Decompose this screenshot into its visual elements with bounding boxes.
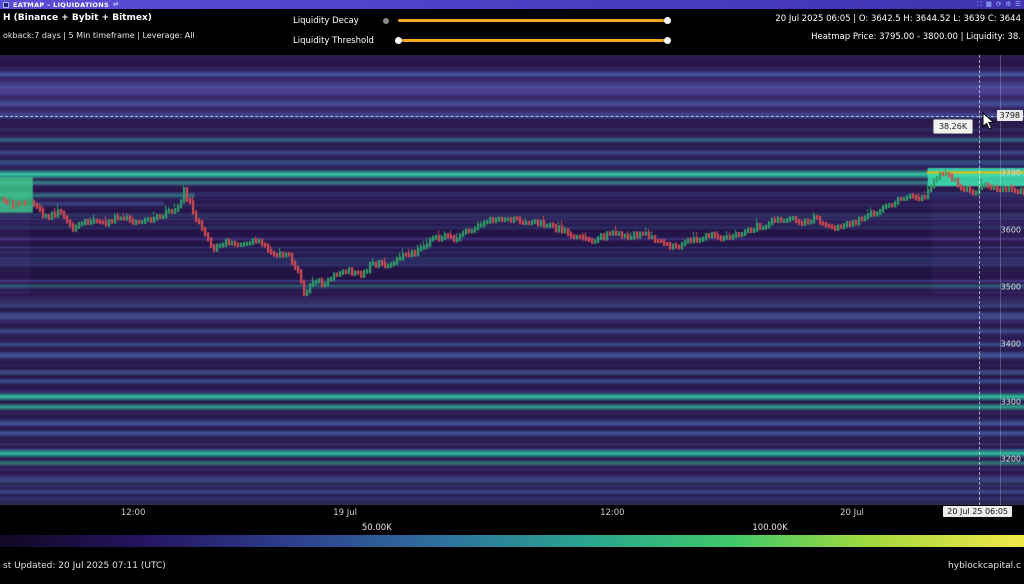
chart-settings-label: okback:7 days | 5 Min timeframe | Levera… [3,31,195,40]
ohlc-readout: 20 Jul 2025 06:05 | O: 3642.5 H: 3644.52… [775,14,1021,24]
header-sliders: Liquidity Decay Liquidity Threshold [293,14,668,54]
price-tick-label: 3700 [1001,168,1021,177]
time-tick-label: 12:00 [121,508,146,518]
refresh-icon[interactable]: ⟳ [996,1,1001,8]
symbol-label: H (Binance + Bybit + Bitmex) [3,13,195,23]
price-tick-label: 3600 [1001,225,1021,234]
time-tick-label: 12:00 [600,508,625,518]
chart-toggle-icon[interactable]: ⇄ [113,1,118,8]
app-icon [3,2,9,8]
crosshair-price-label: 3798 [997,110,1023,121]
time-tick-label: 20 Jul [840,508,864,518]
price-tick-label: 3300 [1001,397,1021,406]
crosshair-vertical [979,55,980,505]
liquidity-threshold-track[interactable] [398,39,668,42]
colorbar-scale-value: 100.00K [752,523,787,533]
settings-icon[interactable]: ⚙ [1005,1,1011,8]
colorbar-scale-labels: 50.00K 100.00K [0,521,1024,535]
liquidation-heatmap-app: EATMAP – LIQUIDATIONS ⇄ ⛶ ▦ ⟳ ⚙ ☰ H (Bin… [0,0,1024,584]
crosshair-time-label: 20 Jul 25 06:05 [943,506,1012,517]
liquidity-threshold-label: Liquidity Threshold [293,36,383,46]
chart-header: H (Binance + Bybit + Bitmex) okback:7 da… [0,9,1024,55]
price-tick-label: 3400 [1001,340,1021,349]
liquidation-heatmap-canvas[interactable] [0,55,1024,505]
watermark-label: hyblockcapital.c [948,561,1021,571]
liquidity-threshold-knob-max[interactable] [664,37,671,44]
liquidity-threshold-slider-row: Liquidity Threshold [293,34,668,47]
time-axis[interactable]: 20 Jul 25 06:05 12:00 19 Jul 12:00 20 Jul [0,505,1024,521]
layout-icon[interactable]: ▦ [986,1,992,8]
titlebar: EATMAP – LIQUIDATIONS ⇄ ⛶ ▦ ⟳ ⚙ ☰ [0,0,1024,9]
liquidity-decay-slider-row: Liquidity Decay [293,14,668,27]
time-tick-label: 19 Jul [333,508,357,518]
colorbar-scale-value: 50.00K [362,523,392,533]
window-title: EATMAP – LIQUIDATIONS [13,1,109,9]
price-tick-label: 3200 [1001,455,1021,464]
liquidity-decay-track[interactable] [398,19,668,22]
liquidity-threshold-knob-min[interactable] [395,37,402,44]
liquidity-decay-label: Liquidity Decay [293,16,383,26]
liquidity-tooltip: 38.26K [933,119,973,134]
statusbar: st Updated: 20 Jul 2025 07:11 (UTC) hybl… [0,547,1024,584]
price-axis[interactable]: 3700 3600 3500 3400 3300 3200 [998,55,1024,505]
liquidity-decay-knob[interactable] [664,17,671,24]
mouse-cursor [982,112,995,135]
colorbar-gradient [0,535,1024,547]
menu-icon[interactable]: ☰ [1015,1,1021,8]
chart-area: 3700 3600 3500 3400 3300 3200 3798 38.26K [0,55,1024,505]
last-updated-label: st Updated: 20 Jul 2025 07:11 (UTC) [3,561,166,571]
expand-icon[interactable]: ⛶ [977,1,982,8]
heatmap-readout: Heatmap Price: 3795.00 - 3800.00 | Liqui… [775,32,1021,42]
price-tick-label: 3500 [1001,283,1021,292]
slider-reset-dot[interactable] [383,18,389,24]
header-left: H (Binance + Bybit + Bitmex) okback:7 da… [3,13,195,40]
header-right: 20 Jul 2025 06:05 | O: 3642.5 H: 3644.52… [775,14,1021,42]
crosshair-horizontal [0,116,1024,117]
